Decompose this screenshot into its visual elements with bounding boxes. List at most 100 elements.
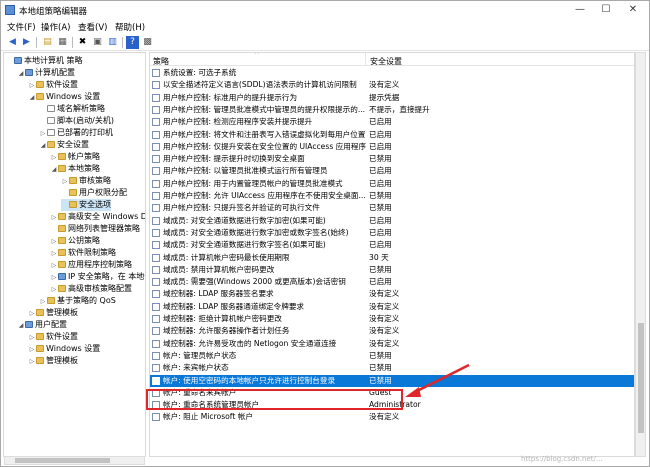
policy-icon [152, 167, 160, 176]
folder-icon [36, 81, 44, 88]
tree-node[interactable]: ▷ 管理模板 [28, 355, 78, 367]
policy-row[interactable]: 域成员: 计算机帐户密码最长使用期限 30 天 [150, 252, 634, 264]
back-icon[interactable]: ◀ [6, 36, 19, 49]
expand-toggle-icon[interactable]: ◢ [17, 320, 25, 332]
properties-icon[interactable]: ▣ [91, 36, 104, 49]
tree-node[interactable]: ▷ 审核策略 [61, 175, 111, 187]
policy-row[interactable]: 帐户: 使用空密码的本地帐户只允许进行控制台登录 已禁用 [150, 374, 634, 387]
show-hide-tree-icon[interactable]: ▦ [56, 36, 69, 49]
policy-row[interactable]: 帐户: 阻止 Microsoft 帐户 没有定义 [150, 411, 634, 423]
policy-row[interactable]: 以安全描述符定义语言(SDDL)语法表示的计算机访问限制 没有定义 [150, 79, 634, 91]
policy-row[interactable]: 域成员: 对安全通道数据进行数字签名(如果可能) 已启用 [150, 239, 634, 251]
title-bar: 本地组策略编辑器 — ☐ ✕ [1, 1, 649, 19]
tree-node[interactable]: 本地计算机 策略 [6, 55, 83, 67]
policy-row[interactable]: 用户帐户控制: 标准用户的提升提示行为 提示凭据 [150, 92, 634, 104]
tree-node-label: 安全设置 [57, 140, 89, 149]
policy-row[interactable]: 域控制器: LDAP 服务器通道绑定令牌要求 没有定义 [150, 301, 634, 313]
tree-node[interactable]: ◢ Windows 设置 [28, 91, 101, 104]
tree-node[interactable]: ▷ 软件设置 [28, 79, 78, 91]
policy-row[interactable]: 域成员: 需要强(Windows 2000 或更高版本)会话密钥 已启用 [150, 276, 634, 288]
tree-node[interactable]: ◢ 本地策略 [50, 163, 100, 175]
tree-node[interactable]: ◢ 用户配置 [17, 319, 67, 331]
list-header: 策略 ^ 安全设置 [150, 53, 634, 66]
view-icon[interactable]: ▩ [141, 36, 154, 49]
tree-node[interactable]: ▷ 帐户策略 [50, 151, 100, 163]
policy-name: 域控制器: LDAP 服务器签名要求 [163, 289, 274, 299]
scrollbar-thumb[interactable] [15, 458, 110, 463]
menu-view[interactable]: 查看(V) [78, 21, 107, 33]
folder-up-icon[interactable]: ▤ [41, 36, 54, 49]
export-list-icon[interactable]: ▥ [106, 36, 119, 49]
menu-action[interactable]: 操作(A) [41, 21, 70, 33]
forward-icon[interactable]: ▶ [20, 36, 33, 49]
policy-row[interactable]: 用户帐户控制: 检测应用程序安装并提示提升 已启用 [150, 116, 634, 128]
tree-node[interactable]: ▷ 软件限制策略 [50, 247, 116, 259]
policy-row[interactable]: 域控制器: LDAP 服务器签名要求 没有定义 [150, 288, 634, 300]
scrollbar-thumb[interactable] [638, 323, 644, 433]
folder-icon [58, 285, 66, 292]
policy-row[interactable]: 用户帐户控制: 提示提升时切换到安全桌面 已禁用 [150, 153, 634, 165]
tree-node[interactable]: 脚本(启动/关机) [39, 115, 114, 127]
close-button[interactable]: ✕ [620, 1, 646, 19]
list-vertical-scrollbar[interactable] [635, 52, 646, 457]
tree-node[interactable]: ▷ 软件设置 [28, 331, 78, 343]
tree-node[interactable]: ▷ 应用程序控制策略 [50, 259, 132, 271]
policy-row[interactable]: 用户帐户控制: 允许 UIAccess 应用程序在不使用安全桌面... 已禁用 [150, 190, 634, 202]
policy-row[interactable]: 帐户: 重命名系统管理员帐户 Administrator [150, 399, 634, 411]
expand-toggle-icon[interactable]: ◢ [28, 92, 36, 104]
tree-node[interactable]: 用户权限分配 [61, 187, 127, 199]
tree-node[interactable]: ▷ Windows 设置 [28, 343, 101, 355]
policy-row[interactable]: 域成员: 对安全通道数据进行数字加密(如果可能) 已启用 [150, 215, 634, 227]
expand-toggle-icon[interactable]: ◢ [50, 164, 58, 176]
policy-row[interactable]: 用户帐户控制: 将文件和注册表写入错误虚拟化到每用户位置 已启用 [150, 129, 634, 141]
policy-row[interactable]: 用户帐户控制: 用于内置管理员帐户的管理员批准模式 已启用 [150, 178, 634, 190]
policy-row[interactable]: 帐户: 来宾帐户状态 已禁用 [150, 362, 634, 374]
tree-node-label: 网络列表管理器策略 [68, 224, 140, 233]
tree-node[interactable]: ◢ 计算机配置 [17, 67, 75, 79]
menu-help[interactable]: 帮助(H) [115, 21, 145, 33]
expand-toggle-icon[interactable]: ◢ [39, 140, 47, 152]
expand-toggle-icon[interactable]: ◢ [17, 68, 25, 80]
tree-node[interactable]: ▷ 高级安全 Windows De [50, 211, 145, 223]
tree-horizontal-scrollbar[interactable] [4, 456, 145, 465]
tree-node[interactable]: 域名解析策略 [39, 103, 105, 115]
tree-node-label: 安全选项 [79, 200, 111, 209]
tree-node-label: 本地计算机 策略 [24, 56, 83, 65]
tree-node[interactable]: ▷ 公钥策略 [50, 235, 100, 247]
tree-node[interactable]: 安全选项 [61, 199, 111, 211]
policy-row[interactable]: 域成员: 禁用计算机帐户密码更改 已禁用 [150, 264, 634, 276]
policy-row[interactable]: 帐户: 管理员帐户状态 已禁用 [150, 350, 634, 362]
policy-setting: Guest [369, 387, 392, 397]
column-header-setting[interactable]: 安全设置 [370, 56, 402, 67]
minimize-button[interactable]: — [567, 1, 593, 19]
maximize-button[interactable]: ☐ [593, 1, 619, 19]
tree-node[interactable]: ▷ 已部署的打印机 [39, 127, 113, 139]
policy-row[interactable]: 系统设置: 可选子系统 [150, 67, 634, 79]
policy-icon [152, 364, 160, 373]
policy-row[interactable]: 域控制器: 拒绝计算机帐户密码更改 没有定义 [150, 313, 634, 325]
tree-node[interactable]: ▷ 高级审核策略配置 [50, 283, 132, 295]
policy-row[interactable]: 域成员: 对安全通道数据进行数字加密或数字签名(始终) 已启用 [150, 227, 634, 239]
policy-name: 用户帐户控制: 标准用户的提升提示行为 [163, 92, 298, 102]
menu-file[interactable]: 文件(F) [7, 21, 36, 33]
tree-node[interactable]: ▷ 基于策略的 QoS [39, 295, 116, 307]
policy-row[interactable]: 用户帐户控制: 管理员批准模式中管理员的提升权限提示的... 不提示，直接提升 [150, 104, 634, 116]
policy-row[interactable]: 域控制器: 允许易受攻击的 Netlogon 安全通道连接 没有定义 [150, 338, 634, 350]
column-header-policy[interactable]: 策略 [153, 56, 169, 67]
policy-row[interactable]: 用户帐户控制: 以管理员批准模式运行所有管理员 已启用 [150, 165, 634, 177]
policy-icon [152, 339, 160, 348]
policy-row[interactable]: 用户帐户控制: 只提升签名并验证的可执行文件 已禁用 [150, 202, 634, 214]
expand-toggle-icon[interactable]: ▷ [28, 356, 36, 368]
policy-row[interactable]: 帐户: 重命名来宾帐户 Guest [150, 387, 634, 399]
tree-node[interactable]: 网络列表管理器策略 [50, 223, 140, 235]
tree-node[interactable]: ◢ 安全设置 [39, 139, 89, 151]
delete-icon[interactable]: ✖ [76, 36, 89, 49]
policy-setting: Administrator [369, 400, 421, 410]
column-divider[interactable] [365, 53, 366, 66]
policy-row[interactable]: 用户帐户控制: 仅提升安装在安全位置的 UIAccess 应用程序 已启用 [150, 141, 634, 153]
policy-row[interactable]: 域控制器: 允许服务器操作者计划任务 没有定义 [150, 325, 634, 337]
policy-name: 用户帐户控制: 以管理员批准模式运行所有管理员 [163, 166, 328, 176]
tree-node[interactable]: ▷ 管理模板 [28, 307, 78, 319]
tree-node[interactable]: ▷ IP 安全策略，在 本地计 [50, 271, 145, 283]
help-icon[interactable]: ? [126, 36, 139, 49]
